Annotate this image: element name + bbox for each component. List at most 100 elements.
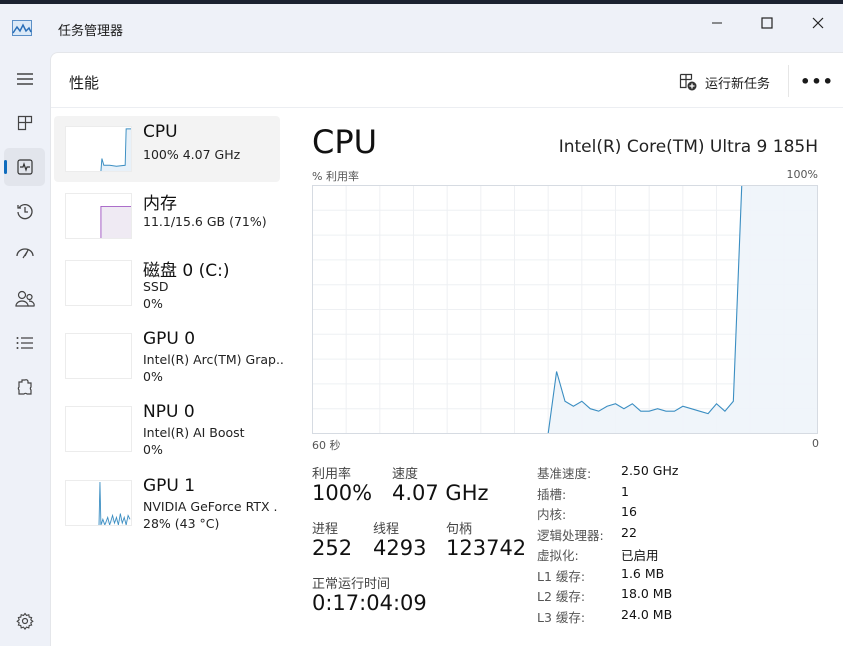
utilization-label: 利用率 bbox=[312, 467, 352, 482]
maximize-icon bbox=[761, 17, 773, 29]
uptime-value: 0:17:04:09 bbox=[312, 591, 427, 615]
resource-item-gpu1[interactable]: GPU 1 NVIDIA GeForce RTX . 28% (43 °C) bbox=[54, 470, 280, 536]
resource-detail: NVIDIA GeForce RTX . bbox=[143, 499, 278, 514]
resource-detail: Intel(R) Arc(TM) Grap.. bbox=[143, 352, 284, 367]
cpu-model-name: Intel(R) Core(TM) Ultra 9 185H bbox=[558, 137, 818, 157]
spec-value: 16 bbox=[621, 504, 637, 519]
main-content: 性能 运行新任务 ••• CPU 100% 4.07 GHz 内存 11.1/1… bbox=[50, 52, 843, 646]
close-icon bbox=[812, 17, 824, 29]
resource-detail: 100% 4.07 GHz bbox=[143, 147, 241, 162]
sidebar-item-settings[interactable] bbox=[4, 602, 45, 640]
run-new-task-button[interactable]: 运行新任务 bbox=[679, 70, 770, 94]
startup-speedometer-icon bbox=[15, 248, 34, 259]
resource-item-cpu[interactable]: CPU 100% 4.07 GHz bbox=[54, 116, 280, 182]
maximize-button[interactable] bbox=[744, 8, 790, 38]
spec-value: 2.50 GHz bbox=[621, 463, 679, 478]
more-options-button[interactable]: ••• bbox=[800, 67, 833, 95]
resource-usage: 0% bbox=[143, 442, 163, 457]
utilization-value: 100% bbox=[312, 481, 373, 505]
processes-icon bbox=[17, 115, 32, 131]
task-manager-logo-icon bbox=[12, 20, 32, 36]
resource-detail: SSD bbox=[143, 279, 169, 294]
handles-value: 123742 bbox=[446, 536, 527, 560]
spec-label: 逻辑处理器: bbox=[537, 527, 604, 543]
processes-label: 进程 bbox=[312, 522, 339, 537]
performance-icon bbox=[16, 159, 33, 175]
disk-thumbnail-graph bbox=[65, 260, 132, 306]
spec-value: 18.0 MB bbox=[621, 586, 673, 601]
spec-label: 内核: bbox=[537, 507, 567, 522]
sidebar-item-performance[interactable] bbox=[4, 148, 45, 186]
hamburger-menu-button[interactable] bbox=[4, 60, 45, 98]
run-task-icon bbox=[679, 73, 697, 91]
spec-label: L2 缓存: bbox=[537, 589, 586, 604]
cpu-utilization-chart bbox=[312, 185, 818, 434]
resource-item-npu0[interactable]: NPU 0 Intel(R) AI Boost 0% bbox=[54, 396, 280, 462]
y-axis-label: % 利用率 bbox=[312, 170, 359, 183]
resource-detail: 11.1/15.6 GB (71%) bbox=[143, 214, 267, 229]
sidebar-item-startup[interactable] bbox=[4, 236, 45, 274]
details-list-icon bbox=[16, 337, 33, 349]
resource-item-disk[interactable]: 磁盘 0 (C:) SSD 0% bbox=[54, 250, 280, 316]
sidebar-item-services[interactable] bbox=[4, 368, 45, 406]
resource-name: GPU 0 bbox=[143, 329, 196, 349]
sidebar-item-details[interactable] bbox=[4, 324, 45, 362]
menu-icon bbox=[16, 73, 33, 85]
resource-usage: 0% bbox=[143, 296, 163, 311]
uptime-label: 正常运行时间 bbox=[312, 577, 391, 592]
memory-thumbnail-graph bbox=[65, 193, 132, 239]
title-bar: 任务管理器 bbox=[0, 4, 843, 52]
resource-item-gpu0[interactable]: GPU 0 Intel(R) Arc(TM) Grap.. 0% bbox=[54, 323, 284, 389]
app-title: 任务管理器 bbox=[58, 24, 124, 39]
spec-label: 虚拟化: bbox=[537, 548, 579, 563]
close-button[interactable] bbox=[795, 8, 841, 38]
spec-value: 已启用 bbox=[621, 548, 659, 563]
speed-value: 4.07 GHz bbox=[392, 481, 489, 505]
gpu0-thumbnail-graph bbox=[65, 333, 132, 379]
active-indicator bbox=[4, 160, 7, 174]
sidebar bbox=[0, 52, 50, 646]
spec-label: 插槽: bbox=[537, 486, 567, 502]
speed-label: 速度 bbox=[392, 467, 419, 482]
x-axis-right-label: 0 bbox=[812, 437, 819, 450]
run-new-task-label: 运行新任务 bbox=[705, 76, 771, 92]
resource-item-memory[interactable]: 内存 11.1/15.6 GB (71%) bbox=[54, 183, 280, 249]
gear-icon bbox=[15, 612, 34, 630]
resource-name: CPU bbox=[143, 122, 178, 142]
spec-label: 基准速度: bbox=[537, 466, 592, 481]
services-puzzle-icon bbox=[17, 379, 32, 395]
threads-value: 4293 bbox=[373, 536, 427, 560]
resource-name: NPU 0 bbox=[143, 402, 195, 422]
resource-name: 内存 bbox=[143, 194, 177, 214]
header-divider bbox=[788, 65, 789, 97]
minimize-button[interactable] bbox=[694, 8, 740, 38]
spec-label: L3 缓存: bbox=[537, 609, 586, 625]
spec-label: L1 缓存: bbox=[537, 568, 586, 584]
handles-label: 句柄 bbox=[446, 522, 473, 537]
resource-name: 磁盘 0 (C:) bbox=[143, 261, 230, 281]
history-icon bbox=[16, 204, 33, 220]
page-header: 性能 运行新任务 ••• bbox=[51, 53, 843, 108]
sidebar-item-users[interactable] bbox=[4, 280, 45, 318]
users-icon bbox=[14, 290, 35, 307]
gpu1-thumbnail-graph bbox=[65, 480, 132, 526]
x-axis-left-label: 60 秒 bbox=[312, 439, 341, 452]
sidebar-item-processes[interactable] bbox=[4, 104, 45, 142]
threads-label: 线程 bbox=[373, 522, 400, 537]
spec-value: 22 bbox=[621, 524, 637, 540]
y-max-label: 100% bbox=[786, 168, 818, 181]
spec-value: 1.6 MB bbox=[621, 565, 665, 581]
resource-name: GPU 1 bbox=[143, 476, 196, 496]
processes-value: 252 bbox=[312, 536, 353, 560]
npu0-thumbnail-graph bbox=[65, 406, 132, 452]
sidebar-item-app-history[interactable] bbox=[4, 192, 45, 230]
resource-usage: 28% (43 °C) bbox=[143, 516, 220, 531]
detail-title: CPU bbox=[312, 123, 378, 161]
resource-detail: Intel(R) AI Boost bbox=[143, 425, 245, 440]
spec-value: 1 bbox=[621, 483, 629, 499]
minimize-icon bbox=[712, 22, 722, 24]
cpu-thumbnail-graph bbox=[65, 126, 132, 172]
page-title: 性能 bbox=[69, 74, 100, 92]
resource-usage: 0% bbox=[143, 369, 163, 384]
spec-value: 24.0 MB bbox=[621, 606, 673, 622]
